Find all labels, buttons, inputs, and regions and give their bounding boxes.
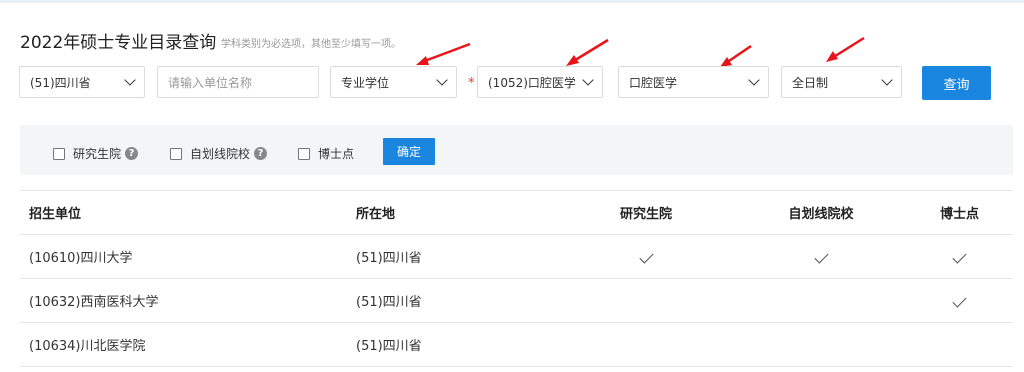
annotation-arrow <box>826 36 865 62</box>
doctoral-cell <box>906 322 1013 367</box>
province-value: (51)四川省 <box>30 75 91 90</box>
unit-cell[interactable]: (10610)四川大学 <box>20 234 356 279</box>
doctoral-cell <box>906 278 1013 323</box>
province-select[interactable]: (51)四川省 <box>19 66 145 98</box>
unit-name-input[interactable]: 请输入单位名称 <box>157 66 319 98</box>
unit-cell[interactable]: (10632)西南医科大学 <box>20 278 356 323</box>
unit-cell[interactable]: (10634)川北医学院 <box>20 322 356 367</box>
checkbox[interactable] <box>298 147 310 160</box>
graduate-school-cell <box>556 278 736 323</box>
degree-type-select[interactable]: 专业学位 <box>330 66 457 98</box>
top-border <box>0 0 1024 3</box>
table-row[interactable]: (10634)川北医学院 (51)四川省 <box>20 322 1013 367</box>
self-line-cell <box>736 234 906 279</box>
chevron-down-icon <box>436 74 448 86</box>
study-mode-select[interactable]: 全日制 <box>781 66 902 98</box>
major-select[interactable]: 口腔医学 <box>618 66 769 98</box>
check-icon <box>952 249 967 264</box>
chevron-down-icon <box>748 74 760 86</box>
checkbox[interactable] <box>53 147 65 160</box>
graduate-school-cell <box>556 322 736 367</box>
graduate-school-cell <box>556 234 736 279</box>
degree-type-value: 专业学位 <box>341 75 390 90</box>
checkbox[interactable] <box>170 147 182 160</box>
required-hint: 学科类别为必选项，其他至少填写一项。 <box>221 39 401 50</box>
results-table: 招生单位 所在地 研究生院 自划线院校 博士点 (10610)四川大学 (51)… <box>20 190 1013 367</box>
location-cell: (51)四川省 <box>356 322 556 367</box>
page-title: 2022年硕士专业目录查询 <box>20 33 217 53</box>
column-header: 自划线院校 <box>736 190 906 235</box>
filter-self-line[interactable]: 自划线院校 ? <box>170 145 268 162</box>
chevron-down-icon <box>124 74 136 86</box>
table-row[interactable]: (10610)四川大学 (51)四川省 <box>20 234 1013 279</box>
filter-label: 研究生院 <box>73 147 122 161</box>
chevron-down-icon <box>582 74 594 86</box>
filter-graduate-school[interactable]: 研究生院 ? <box>53 145 139 162</box>
query-button[interactable]: 查询 <box>922 66 991 100</box>
self-line-cell <box>736 278 906 323</box>
question-icon[interactable]: ? <box>125 147 139 160</box>
check-icon <box>813 249 829 264</box>
required-mark: * <box>468 76 475 91</box>
filter-doctoral[interactable]: 博士点 <box>298 145 354 162</box>
chevron-down-icon <box>881 74 893 86</box>
question-icon[interactable]: ? <box>254 147 268 160</box>
check-icon <box>952 293 967 308</box>
filter-bar <box>20 125 1013 175</box>
column-header: 所在地 <box>356 190 556 235</box>
column-header: 研究生院 <box>556 190 736 235</box>
unit-name-placeholder: 请输入单位名称 <box>168 75 253 90</box>
filter-label: 自划线院校 <box>190 147 251 161</box>
filter-label: 博士点 <box>318 147 355 161</box>
discipline-select[interactable]: (1052)口腔医学 <box>477 66 603 98</box>
column-header: 博士点 <box>906 190 1013 235</box>
confirm-button[interactable]: 确定 <box>383 138 435 165</box>
doctoral-cell <box>906 234 1013 279</box>
major-value: 口腔医学 <box>629 75 678 90</box>
check-icon <box>638 249 654 264</box>
study-mode-value: 全日制 <box>792 75 829 90</box>
table-row[interactable]: (10632)西南医科大学 (51)四川省 <box>20 278 1013 323</box>
table-header-row: 招生单位 所在地 研究生院 自划线院校 博士点 <box>20 190 1013 235</box>
self-line-cell <box>736 322 906 367</box>
discipline-value: (1052)口腔医学 <box>488 75 576 90</box>
location-cell: (51)四川省 <box>356 278 556 323</box>
location-cell: (51)四川省 <box>356 234 556 279</box>
annotation-arrow <box>566 38 609 66</box>
column-header: 招生单位 <box>20 190 356 235</box>
